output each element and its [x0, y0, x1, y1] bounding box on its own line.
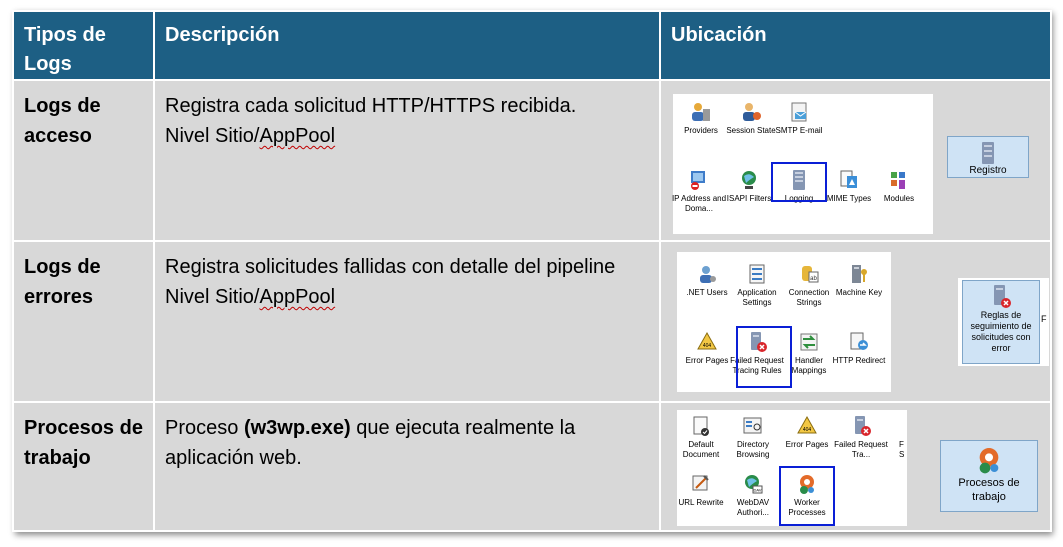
handler-mappings-icon — [800, 333, 818, 351]
webdav-icon: DAV — [745, 475, 763, 494]
mime-types-label: MIME Types — [826, 194, 872, 203]
providers-label: Providers — [684, 126, 718, 135]
header-type: Tipos de Logs — [12, 10, 155, 81]
procesos-icon — [979, 448, 999, 474]
failed-request-tra-item[interactable]: Failed Request Tra... — [829, 414, 893, 460]
modules-item[interactable]: Modules — [867, 168, 931, 204]
url-rewrite-icon — [692, 475, 709, 491]
iis-features-screenshot: Default Document Directory Browsing 404 … — [677, 410, 907, 526]
smtp-email-label: SMTP E-mail — [775, 126, 823, 135]
default-document-label: Default Document — [682, 440, 720, 459]
webdav-label: WebDAV Authori... — [736, 498, 770, 517]
iis-features-screenshot: .NET Users Application Settings ab Conne… — [677, 252, 891, 392]
side-panel-errors: Reglas de seguimiento de solicitudes con… — [958, 278, 1049, 366]
row-description: Proceso (w3wp.exe) que ejecuta realmente… — [153, 401, 661, 532]
ip-address-icon — [691, 171, 705, 190]
error-pages-badge-2: 404 — [803, 427, 812, 433]
net-users-label: .NET Users — [686, 288, 728, 297]
description-level: Nivel Sitio/AppPool — [165, 121, 649, 151]
registro-label: Registro — [969, 165, 1007, 176]
session-state-icon — [743, 103, 761, 121]
logs-table: Tipos de Logs Descripción Ubicación Logs… — [12, 10, 1052, 532]
header-row: Tipos de Logs Descripción Ubicación — [12, 10, 1052, 81]
description-pre: Proceso — [165, 417, 244, 439]
error-pages-label: Error Pages — [685, 356, 729, 365]
error-pages-label-2: Error Pages — [785, 440, 829, 449]
modules-icon — [891, 172, 905, 189]
application-settings-label: Application Settings — [737, 288, 777, 307]
machine-key-label: Machine Key — [835, 288, 883, 297]
error-pages-icon: 404 — [697, 331, 717, 350]
description-line: Registra solicitudes fallidas con detall… — [165, 256, 616, 278]
url-rewrite-label: URL Rewrite — [678, 498, 724, 507]
row-location: Providers Session State SMTP E-mail IP A… — [659, 79, 1052, 242]
row-location: .NET Users Application Settings ab Conne… — [659, 240, 1052, 403]
mime-types-icon — [840, 170, 857, 188]
worker-processes-selection-box — [779, 466, 835, 526]
row-type: Logs de errores — [12, 240, 155, 403]
failed-request-rules-icon — [994, 285, 1011, 308]
failed-request-icon — [855, 416, 871, 436]
row-type: Logs de acceso — [12, 79, 155, 242]
providers-icon — [692, 103, 710, 121]
webdav-badge: DAV — [754, 488, 762, 493]
row-location: Default Document Directory Browsing 404 … — [659, 401, 1052, 532]
side-edge-letter: F — [1041, 314, 1047, 324]
procesos-label: Procesos de trabajo — [958, 477, 1020, 503]
application-settings-icon — [749, 264, 765, 284]
level-text: Nivel Sitio/ — [165, 125, 260, 147]
table-row-access-logs: Logs de acceso Registra cada solicitud H… — [12, 79, 1052, 242]
header-location: Ubicación — [659, 10, 1052, 81]
error-pages-icon: 404 — [797, 415, 817, 434]
procesos-de-trabajo-feature[interactable]: Procesos de trabajo — [940, 440, 1038, 512]
isapi-filters-label: ISAPI Filters — [726, 194, 772, 203]
default-document-icon — [693, 416, 709, 436]
failed-request-tra-label: Failed Request Tra... — [834, 440, 888, 459]
header-description: Descripción — [153, 10, 661, 81]
http-redirect-icon — [850, 332, 868, 350]
registro-icon — [982, 142, 994, 164]
net-users-icon — [700, 266, 716, 283]
smtp-email-icon — [791, 102, 807, 122]
logs-table-frame: Tipos de Logs Descripción Ubicación Logs… — [12, 10, 1052, 532]
isapi-filters-icon — [742, 171, 756, 189]
description-process: (w3wp.exe) — [243, 417, 351, 439]
connection-strings-icon: ab — [802, 266, 819, 283]
apppool-text: AppPool — [259, 125, 336, 147]
failed-request-rules-label: Reglas de seguimiento de solicitudes con… — [970, 310, 1032, 353]
http-redirect-item[interactable]: HTTP Redirect — [827, 330, 891, 366]
http-redirect-label: HTTP Redirect — [832, 356, 886, 365]
description-line: Registra cada solicitud HTTP/HTTPS recib… — [165, 95, 577, 117]
description-level: Nivel Sitio/AppPool — [165, 282, 649, 312]
apppool-text: AppPool — [259, 286, 336, 308]
failed-request-selection-box — [736, 326, 792, 388]
table-row-error-logs: Logs de errores Registra solicitudes fal… — [12, 240, 1052, 403]
machine-key-icon — [852, 265, 867, 283]
row-type: Procesos de trabajo — [12, 401, 155, 532]
row-description: Registra cada solicitud HTTP/HTTPS recib… — [153, 79, 661, 242]
smtp-email-item[interactable]: SMTP E-mail — [767, 100, 831, 136]
error-pages-badge: 404 — [703, 343, 712, 349]
machine-key-item[interactable]: Machine Key — [827, 262, 891, 298]
svg-text:ab: ab — [810, 276, 817, 282]
failed-request-rules-feature[interactable]: Reglas de seguimiento de solicitudes con… — [962, 280, 1040, 364]
directory-browsing-icon — [743, 417, 762, 434]
handler-mappings-label: Handler Mappings — [791, 356, 827, 375]
logging-selection-box — [771, 162, 827, 202]
cut-off-letters: F S — [899, 440, 905, 459]
table-row-worker-processes: Procesos de trabajo Proceso (w3wp.exe) q… — [12, 401, 1052, 532]
connection-strings-label: Connection Strings — [788, 288, 830, 307]
level-text: Nivel Sitio/ — [165, 286, 260, 308]
modules-label: Modules — [883, 194, 915, 203]
directory-browsing-label: Directory Browsing — [736, 440, 770, 459]
iis-features-screenshot: Providers Session State SMTP E-mail IP A… — [672, 94, 933, 234]
registro-feature[interactable]: Registro — [947, 136, 1029, 178]
row-description: Registra solicitudes fallidas con detall… — [153, 240, 661, 403]
